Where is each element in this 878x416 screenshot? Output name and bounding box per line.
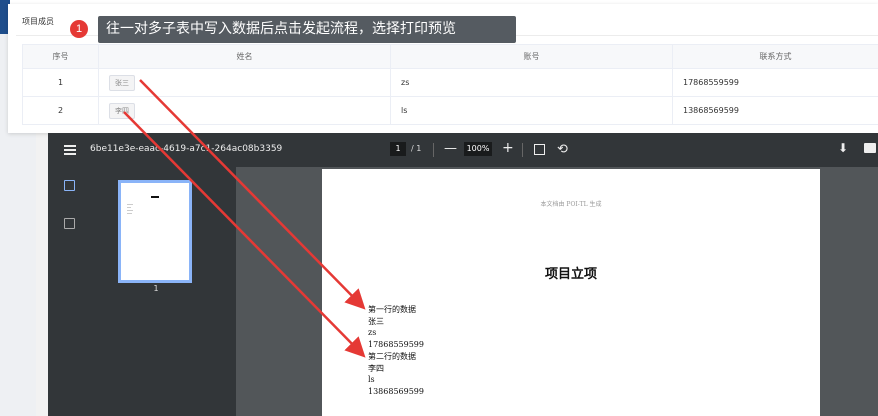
annotation-arrows	[123, 79, 366, 358]
arrow-row2	[123, 111, 366, 358]
arrow-row1	[139, 79, 366, 310]
